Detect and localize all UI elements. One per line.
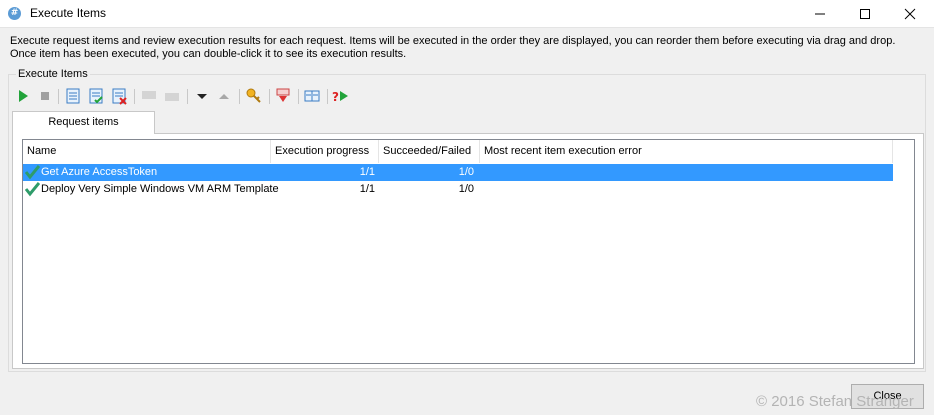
list-icon xyxy=(66,88,80,104)
row-succeeded-failed: 1/0 xyxy=(458,166,474,178)
toolbar-separator xyxy=(269,89,270,104)
download-icon xyxy=(276,88,290,102)
group-title: Execute Items xyxy=(16,68,90,80)
table-row[interactable]: Get Azure AccessToken 1/1 1/0 xyxy=(23,164,893,181)
move-up-icon xyxy=(219,94,229,99)
app-icon: # xyxy=(8,7,21,20)
check-icon xyxy=(25,165,40,180)
close-window-button[interactable] xyxy=(890,0,930,28)
list-remove-button[interactable] xyxy=(110,87,128,105)
column-header-error[interactable]: Most recent item execution error xyxy=(480,140,893,163)
check-icon xyxy=(25,182,40,197)
maximize-icon xyxy=(860,9,870,19)
window-title: Execute Items xyxy=(30,6,107,20)
download-button[interactable] xyxy=(274,87,292,105)
close-icon xyxy=(904,8,916,20)
row-name: Get Azure AccessToken xyxy=(41,166,158,178)
list-check-icon xyxy=(89,88,103,104)
svg-text:?: ? xyxy=(332,90,339,104)
run-button[interactable] xyxy=(14,87,32,105)
column-header-execution-progress[interactable]: Execution progress xyxy=(271,140,379,163)
move-up-button[interactable] xyxy=(215,87,233,105)
toolbar-separator xyxy=(134,89,135,104)
disabled-icon xyxy=(142,91,156,99)
list-check-button[interactable] xyxy=(87,87,105,105)
toolbar-separator xyxy=(187,89,188,104)
key-icon xyxy=(246,88,261,103)
disabled-button-1[interactable] xyxy=(140,87,158,105)
toolbar-separator xyxy=(327,89,328,104)
move-down-icon xyxy=(197,94,207,99)
column-header-succeeded-failed[interactable]: Succeeded/Failed xyxy=(379,140,480,163)
disabled-button-2[interactable] xyxy=(163,87,181,105)
toolbar-separator xyxy=(239,89,240,104)
table-row[interactable]: Deploy Very Simple Windows VM ARM Templa… xyxy=(23,181,893,198)
list-remove-icon xyxy=(112,88,127,105)
columns-button[interactable] xyxy=(303,87,321,105)
row-name: Deploy Very Simple Windows VM ARM Templa… xyxy=(41,183,279,195)
maximize-button[interactable] xyxy=(845,0,885,28)
columns-icon xyxy=(304,90,320,102)
tab-request-items[interactable]: Request items xyxy=(12,111,155,134)
toolbar-separator xyxy=(58,89,59,104)
toolbar-separator xyxy=(298,89,299,104)
title-bar: # Execute Items xyxy=(0,0,934,28)
list-button[interactable] xyxy=(64,87,82,105)
column-header-name[interactable]: Name xyxy=(23,140,271,163)
help-run-icon: ? xyxy=(332,90,348,104)
list-header: Name Execution progress Succeeded/Failed… xyxy=(23,140,914,163)
disabled-icon xyxy=(165,93,179,101)
stop-button[interactable] xyxy=(36,87,54,105)
description-text: Execute request items and review executi… xyxy=(10,35,896,60)
minimize-button[interactable] xyxy=(800,0,840,28)
request-items-list[interactable]: Name Execution progress Succeeded/Failed… xyxy=(22,139,915,364)
row-succeeded-failed: 1/0 xyxy=(458,183,474,195)
minimize-icon xyxy=(815,13,825,15)
key-button[interactable] xyxy=(245,87,263,105)
row-progress: 1/1 xyxy=(359,183,375,195)
run-icon xyxy=(19,90,28,102)
watermark-text: © 2016 Stefan Stranger xyxy=(756,393,914,410)
stop-icon xyxy=(41,92,49,100)
help-run-button[interactable]: ? xyxy=(332,87,350,105)
move-down-button[interactable] xyxy=(193,87,211,105)
row-progress: 1/1 xyxy=(359,166,375,178)
